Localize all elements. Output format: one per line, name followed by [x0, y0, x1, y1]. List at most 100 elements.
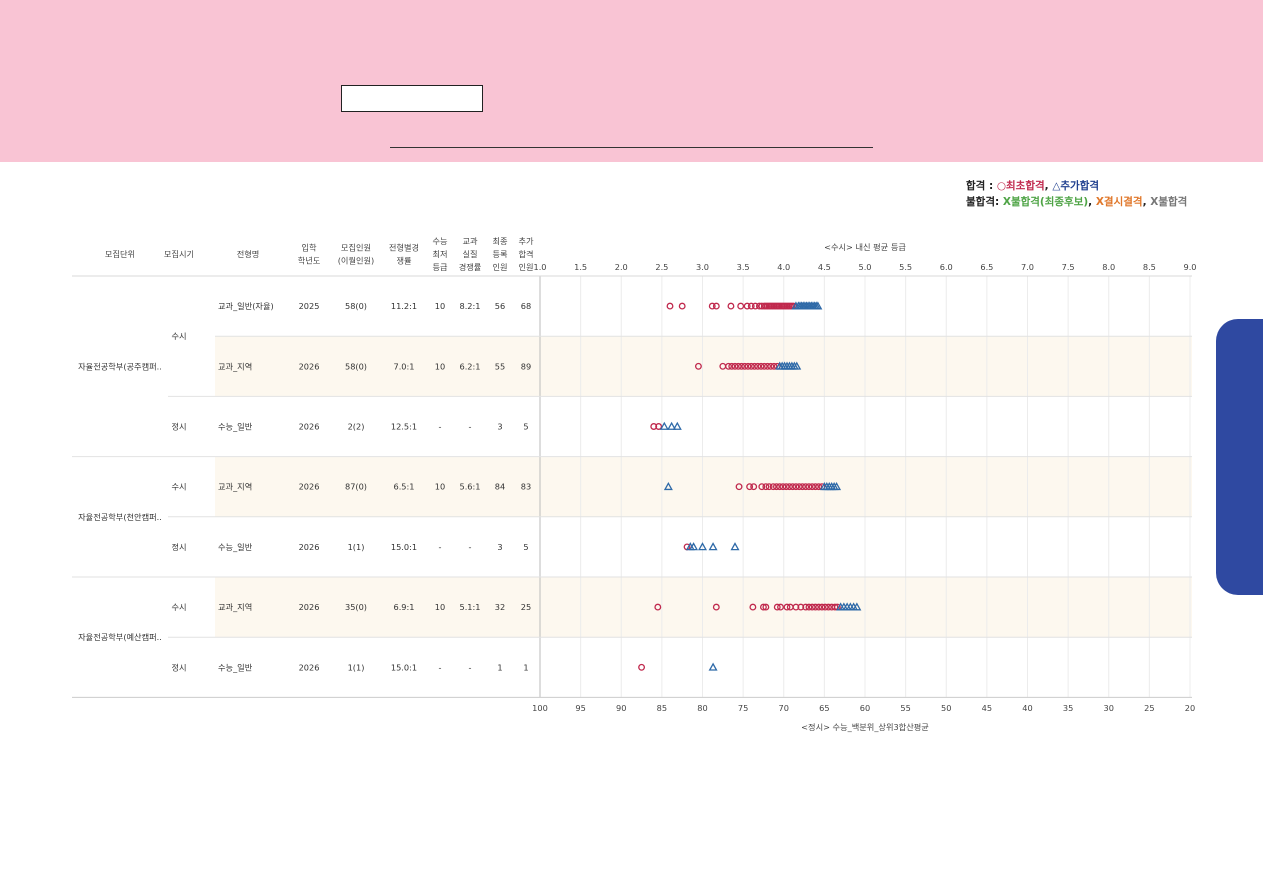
cell-type: 교과_일반(자율): [218, 301, 274, 311]
column-header: (이월인원): [338, 256, 375, 266]
column-header: 수능: [432, 236, 448, 246]
first-pass-marker: [678, 302, 686, 310]
cell-comp: 6.5:1: [394, 482, 415, 492]
unit-label: 자율전공학부(천안캠퍼..: [78, 512, 162, 522]
top-axis-tick: 7.0: [1021, 262, 1034, 272]
cell-comp: 11.2:1: [391, 301, 417, 311]
cell-min: 10: [435, 361, 445, 371]
bottom-axis-tick: 40: [1022, 703, 1032, 713]
cell-add: 89: [521, 361, 531, 371]
cell-min: 10: [435, 602, 445, 612]
cell-reg: 3: [497, 422, 502, 432]
cell-quota: 2(2): [348, 422, 365, 432]
bottom-axis-tick: 65: [819, 703, 829, 713]
period-label: 수시: [171, 331, 186, 341]
cell-quota: 87(0): [345, 482, 367, 492]
additional-pass-marker: [708, 542, 718, 551]
column-header: 교과: [462, 236, 478, 246]
cell-quota: 1(1): [348, 542, 365, 552]
cell-quota: 35(0): [345, 602, 367, 612]
column-header: 모집단위: [105, 249, 135, 259]
cell-min: -: [439, 542, 442, 552]
admission-chart: 모집단위 모집시기 전형명입학학년도모집인원(이월인원)전형별경쟁률수능최저등급교과…: [72, 236, 1197, 732]
cell-real: 6.2:1: [460, 361, 481, 371]
column-header: 합격: [518, 249, 533, 259]
cell-reg: 32: [495, 602, 505, 612]
bottom-axis-tick: 20: [1185, 703, 1195, 713]
top-axis-tick: 6.5: [980, 262, 993, 272]
cell-type: 수능_일반: [218, 422, 253, 432]
cell-real: -: [469, 542, 472, 552]
top-axis-tick: 2.5: [655, 262, 668, 272]
period-label: 정시: [171, 422, 186, 432]
bottom-axis-tick: 45: [982, 703, 992, 713]
cell-reg: 56: [495, 301, 505, 311]
period-label: 수시: [171, 482, 186, 492]
first-pass-marker: [638, 663, 646, 671]
additional-pass-marker: [708, 662, 718, 671]
cell-comp: 7.0:1: [394, 361, 415, 371]
cell-year: 2026: [299, 602, 320, 612]
cell-year: 2026: [299, 482, 320, 492]
cell-reg: 1: [497, 662, 502, 672]
cell-reg: 55: [495, 361, 505, 371]
top-axis-tick: 6.0: [940, 262, 953, 272]
cell-quota: 58(0): [345, 301, 367, 311]
cell-year: 2026: [299, 422, 320, 432]
column-header: 인원: [492, 262, 507, 272]
bottom-axis-tick: 80: [697, 703, 707, 713]
cell-type: 수능_일반: [218, 542, 253, 552]
cell-reg: 84: [495, 482, 505, 492]
column-header: 인원: [518, 262, 533, 272]
cell-type: 교과_지역: [218, 482, 252, 492]
first-pass-marker: [727, 302, 735, 310]
additional-pass-marker: [672, 421, 682, 430]
cell-comp: 12.5:1: [391, 422, 417, 432]
cell-comp: 6.9:1: [394, 602, 415, 612]
cell-reg: 3: [497, 542, 502, 552]
cell-year: 2026: [299, 361, 320, 371]
top-axis-tick: 3.0: [696, 262, 709, 272]
column-header: 학년도: [298, 256, 321, 266]
bottom-axis-title: <정시> 수능_백분위_상위3합산평균: [801, 722, 929, 732]
bottom-axis-tick: 35: [1063, 703, 1073, 713]
cell-real: -: [469, 422, 472, 432]
cell-type: 교과_지역: [218, 361, 252, 371]
cell-min: -: [439, 422, 442, 432]
column-header: 최종: [492, 236, 508, 246]
bottom-axis-tick: 60: [860, 703, 870, 713]
period-label: 정시: [171, 662, 186, 672]
first-pass-marker: [666, 302, 674, 310]
column-header: 추가: [518, 236, 534, 246]
column-header: 입학: [301, 243, 317, 253]
column-header: 전형명: [237, 249, 260, 259]
period-label: 수시: [171, 602, 186, 612]
bottom-axis-tick: 90: [616, 703, 626, 713]
column-header: 실질: [462, 249, 477, 259]
cell-type: 수능_일반: [218, 662, 253, 672]
cell-min: -: [439, 662, 442, 672]
bottom-axis-tick: 55: [900, 703, 910, 713]
column-header: 경쟁률: [459, 262, 482, 272]
bottom-axis-tick: 95: [575, 703, 585, 713]
top-axis-tick: 5.5: [899, 262, 912, 272]
bottom-axis-tick: 70: [779, 703, 789, 713]
cell-add: 25: [521, 602, 531, 612]
cell-add: 1: [523, 662, 528, 672]
top-axis-tick: 4.5: [818, 262, 831, 272]
cell-year: 2025: [299, 301, 320, 311]
cell-add: 68: [521, 301, 531, 311]
cell-add: 5: [523, 422, 528, 432]
top-axis-tick: 2.0: [615, 262, 628, 272]
first-pass-marker: [712, 302, 720, 310]
unit-label: 자율전공학부(공주캠퍼..: [78, 361, 162, 371]
cell-comp: 15.0:1: [391, 542, 417, 552]
bottom-axis-tick: 30: [1104, 703, 1114, 713]
bottom-axis-tick: 85: [657, 703, 667, 713]
column-header: 최저: [432, 249, 447, 259]
bottom-axis-tick: 50: [941, 703, 951, 713]
bottom-axis-tick: 75: [738, 703, 748, 713]
cell-quota: 58(0): [345, 361, 367, 371]
column-header: 모집시기: [164, 249, 194, 259]
cell-add: 5: [523, 542, 528, 552]
